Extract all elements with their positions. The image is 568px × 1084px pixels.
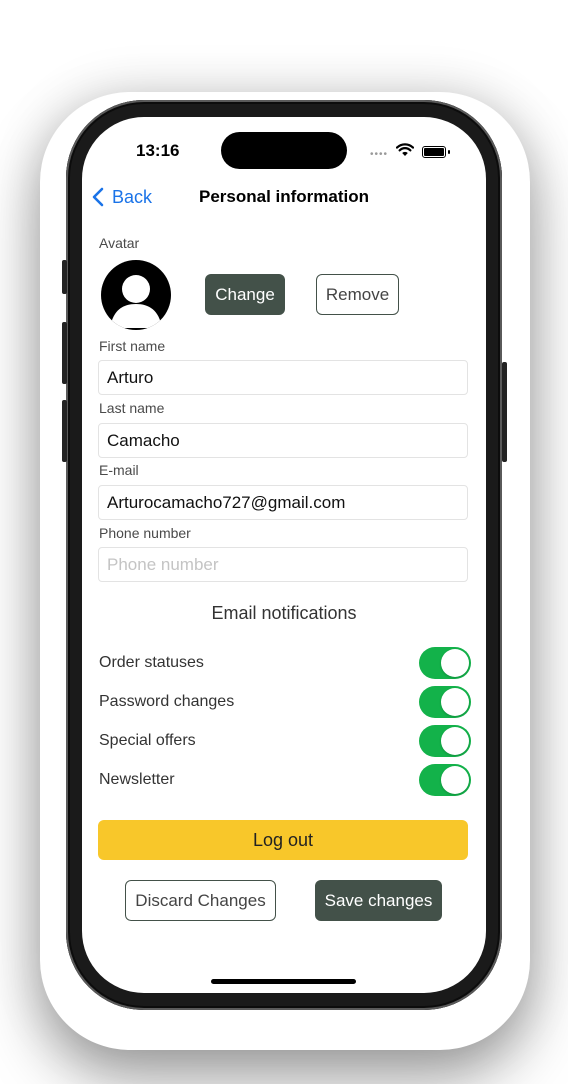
toggle-knob [441,727,469,755]
app-screen: 13:16 •••• Back Personal information Ava… [82,117,486,993]
last-name-input[interactable] [98,423,468,458]
signal-dots-icon: •••• [370,149,389,160]
first-name-input[interactable] [98,360,468,395]
battery-icon [422,146,446,158]
power-button [502,362,507,462]
toggle-special-offers[interactable] [419,725,471,757]
change-avatar-button[interactable]: Change [205,274,285,315]
phone-label: Phone number [99,525,191,541]
email-label: E-mail [99,462,139,478]
wifi-icon [396,143,414,156]
page-title-text: Personal information [198,187,370,206]
page-title: Personal information [82,187,486,207]
remove-avatar-button[interactable]: Remove [316,274,399,315]
avatar-label: Avatar [99,235,140,251]
volume-up-button [62,322,67,384]
discard-changes-button[interactable]: Discard Changes [125,880,276,921]
status-icons: •••• [370,141,460,161]
action-button [62,260,67,294]
toggle-knob [441,688,469,716]
save-changes-button[interactable]: Save changes [315,880,442,921]
toggle-label-special-offers: Special offers [99,732,196,749]
last-name-label: Last name [99,400,165,416]
toggle-label-password-changes: Password changes [99,693,235,710]
volume-down-button [62,400,67,462]
first-name-label: First name [99,338,166,354]
toggle-knob [441,649,469,677]
battery-tip [448,150,450,154]
home-indicator[interactable] [211,979,356,984]
toggle-order-statuses[interactable] [419,647,471,679]
dynamic-island [221,132,347,169]
toggle-password-changes[interactable] [419,686,471,718]
logout-button[interactable]: Log out [98,820,468,860]
email-notifications-title: Email notifications [211,603,357,623]
toggle-newsletter[interactable] [419,764,471,796]
avatar[interactable] [101,260,171,330]
phone-input[interactable] [98,547,468,582]
status-time: 13:16 [136,141,180,160]
toggle-knob [441,766,469,794]
toggle-label-order-statuses: Order statuses [99,654,204,671]
toggle-label-newsletter: Newsletter [99,771,175,788]
email-input[interactable] [98,485,468,520]
user-silhouette-icon [110,275,162,328]
